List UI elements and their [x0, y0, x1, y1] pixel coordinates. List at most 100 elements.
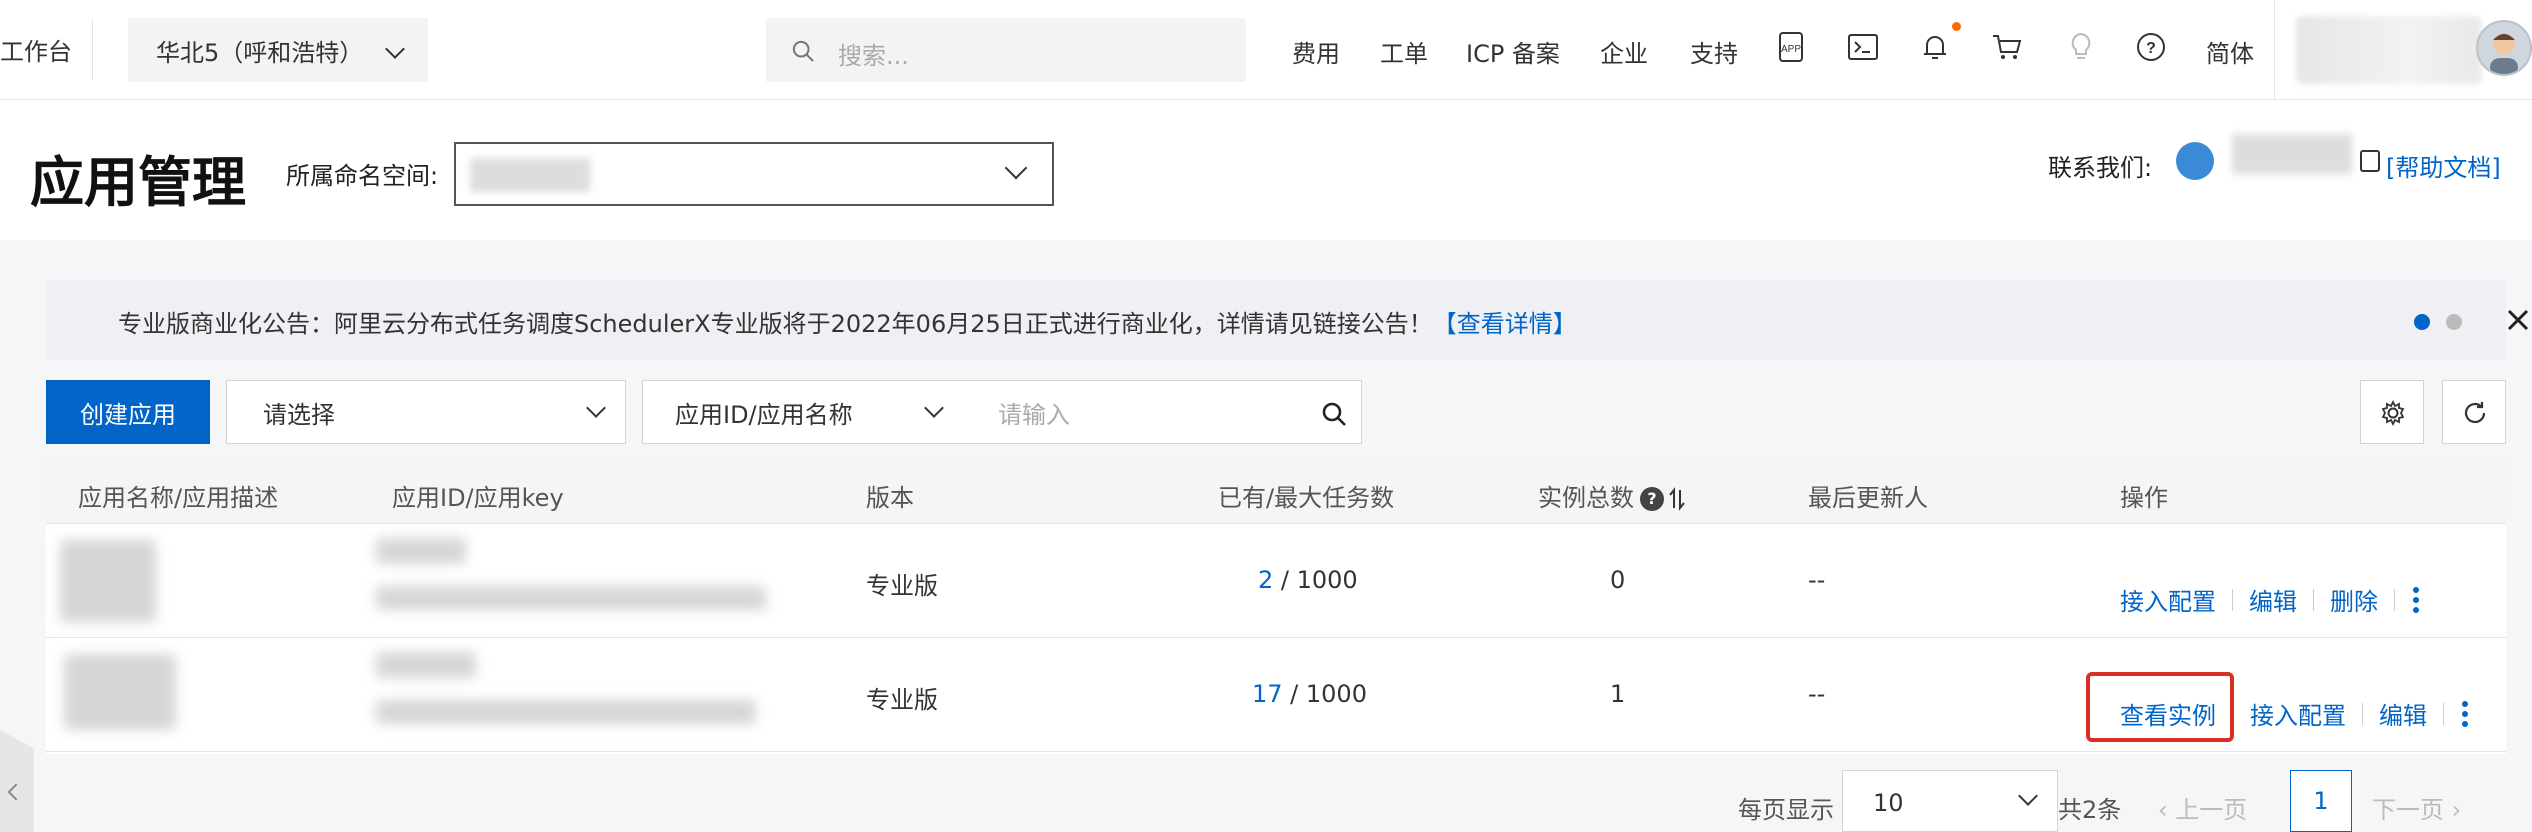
prev-page-button[interactable]: ‹ 上一页 [2158, 790, 2247, 825]
more-options-icon[interactable] [2413, 586, 2419, 613]
refresh-button[interactable] [2442, 380, 2506, 444]
task-count-cell: 2 / 1000 [1258, 566, 1358, 594]
namespace-select[interactable] [454, 142, 1054, 206]
search-input-placeholder: 请输入 [998, 400, 1070, 429]
task-max: / 1000 [1273, 566, 1358, 594]
settings-button[interactable] [2360, 380, 2424, 444]
global-search-input[interactable]: 搜索... [766, 18, 1246, 82]
nav-billing[interactable]: 费用 [1292, 34, 1340, 69]
carousel-dot[interactable] [2446, 314, 2462, 330]
version-cell: 专业版 [866, 572, 938, 600]
search-type-label: 应用ID/应用名称 [675, 400, 853, 429]
access-config-link[interactable]: 接入配置 [2250, 696, 2346, 731]
divider [2274, 0, 2275, 100]
nav-tickets[interactable]: 工单 [1380, 34, 1428, 69]
col-operations: 操作 [2120, 484, 2168, 512]
workbench-link[interactable]: 工作台 [0, 32, 72, 67]
contact-group-redacted [2232, 134, 2352, 174]
gear-icon [2381, 399, 2405, 427]
nav-icp-filing[interactable]: ICP 备案 [1466, 34, 1560, 69]
nav-support[interactable]: 支持 [1690, 34, 1738, 69]
per-page-label: 每页显示 [1738, 796, 1834, 824]
region-selector[interactable]: 华北5（呼和浩特） [128, 18, 428, 82]
chevron-down-icon [1004, 156, 1028, 180]
terminal-icon[interactable] [1846, 30, 1880, 64]
instance-count-cell: 0 [1610, 566, 1626, 594]
app-key-redacted [376, 700, 756, 724]
col-app-id: 应用ID/应用key [392, 484, 564, 512]
sidebar-expand-tab[interactable] [0, 730, 34, 832]
version-cell: 专业版 [866, 686, 938, 714]
search-icon [792, 40, 814, 62]
total-count: 共2条 [2058, 796, 2122, 824]
divider [2443, 702, 2444, 725]
app-id-redacted [376, 538, 466, 564]
task-max: / 1000 [1282, 680, 1367, 708]
chevron-down-icon [586, 398, 606, 418]
divider [2394, 588, 2395, 611]
lightbulb-icon[interactable] [2064, 30, 2098, 64]
carousel-dot-active[interactable] [2414, 314, 2430, 330]
next-page-button[interactable]: 下一页 › [2372, 790, 2461, 825]
copy-icon[interactable] [2360, 150, 2380, 172]
more-options-icon[interactable] [2462, 700, 2468, 727]
help-icon[interactable]: ? [2134, 30, 2168, 64]
search-icon[interactable] [1321, 401, 1347, 427]
app-name-redacted [64, 654, 176, 730]
page-header: 应用管理 所属命名空间: 联系我们: [帮助文档] [0, 100, 2532, 240]
col-instance-count[interactable]: 实例总数? [1538, 478, 1686, 513]
sort-icon[interactable] [1668, 487, 1686, 511]
edit-link[interactable]: 编辑 [2249, 582, 2297, 617]
table-row: 专业版 2 / 1000 0 -- 接入配置 编辑 删除 [46, 524, 2506, 638]
cart-icon[interactable] [1990, 30, 2024, 64]
dingtalk-icon[interactable] [2176, 142, 2214, 180]
svg-text:APP: APP [1781, 44, 1801, 55]
chevron-down-icon [924, 398, 944, 418]
select-placeholder: 请选择 [263, 400, 335, 429]
last-updater-cell: -- [1808, 566, 1826, 594]
delete-link[interactable]: 删除 [2330, 582, 2378, 617]
row-operations: 接入配置 编辑 删除 [2120, 582, 2419, 617]
help-icon[interactable]: ? [1640, 487, 1664, 511]
page-size-value: 10 [1873, 789, 1904, 817]
col-instance-count-label: 实例总数 [1538, 484, 1634, 512]
avatar[interactable] [2476, 20, 2532, 76]
app-id-redacted [376, 652, 476, 678]
col-version: 版本 [866, 484, 914, 512]
user-account-name[interactable] [2296, 16, 2482, 84]
divider [92, 20, 93, 80]
bell-icon[interactable] [1918, 30, 1952, 64]
page-number-current[interactable]: 1 [2290, 770, 2352, 832]
divider [2362, 702, 2363, 725]
announcement-text: 专业版商业化公告：阿里云分布式任务调度SchedulerX专业版将于2022年0… [118, 304, 1577, 339]
divider [2232, 588, 2233, 611]
search-type-select[interactable]: 应用ID/应用名称 [642, 380, 964, 444]
divider [2313, 588, 2314, 611]
create-app-button[interactable]: 创建应用 [46, 380, 210, 444]
chevron-left-icon [7, 783, 25, 801]
prev-page-label: 上一页 [2175, 796, 2248, 824]
chevron-down-icon [2018, 786, 2038, 806]
task-count-link[interactable]: 17 [1252, 680, 1283, 708]
app-search-input[interactable]: 请输入 [962, 380, 1362, 444]
announcement-details-link[interactable]: 【查看详情】 [1433, 310, 1577, 338]
language-switch[interactable]: 简体 [2206, 34, 2254, 69]
instance-count-cell: 1 [1610, 680, 1626, 708]
highlight-annotation [2086, 672, 2234, 742]
task-count-link[interactable]: 2 [1258, 566, 1273, 594]
page-size-select[interactable]: 10 [1842, 770, 2058, 832]
close-icon[interactable] [2504, 306, 2532, 334]
task-count-cell: 17 / 1000 [1252, 680, 1367, 708]
col-task-count: 已有/最大任务数 [1218, 484, 1395, 512]
help-docs-link[interactable]: [帮助文档] [2386, 148, 2501, 183]
edit-link[interactable]: 编辑 [2379, 696, 2427, 731]
last-updater-cell: -- [1808, 680, 1826, 708]
access-config-link[interactable]: 接入配置 [2120, 582, 2216, 617]
col-last-updater: 最后更新人 [1808, 484, 1928, 512]
announcement-body: 专业版商业化公告：阿里云分布式任务调度SchedulerX专业版将于2022年0… [118, 310, 1433, 338]
nav-enterprise[interactable]: 企业 [1600, 34, 1648, 69]
app-icon[interactable]: APP [1774, 30, 1808, 64]
app-key-redacted [376, 586, 766, 610]
app-filter-select[interactable]: 请选择 [226, 380, 626, 444]
notification-dot [1952, 22, 1961, 31]
